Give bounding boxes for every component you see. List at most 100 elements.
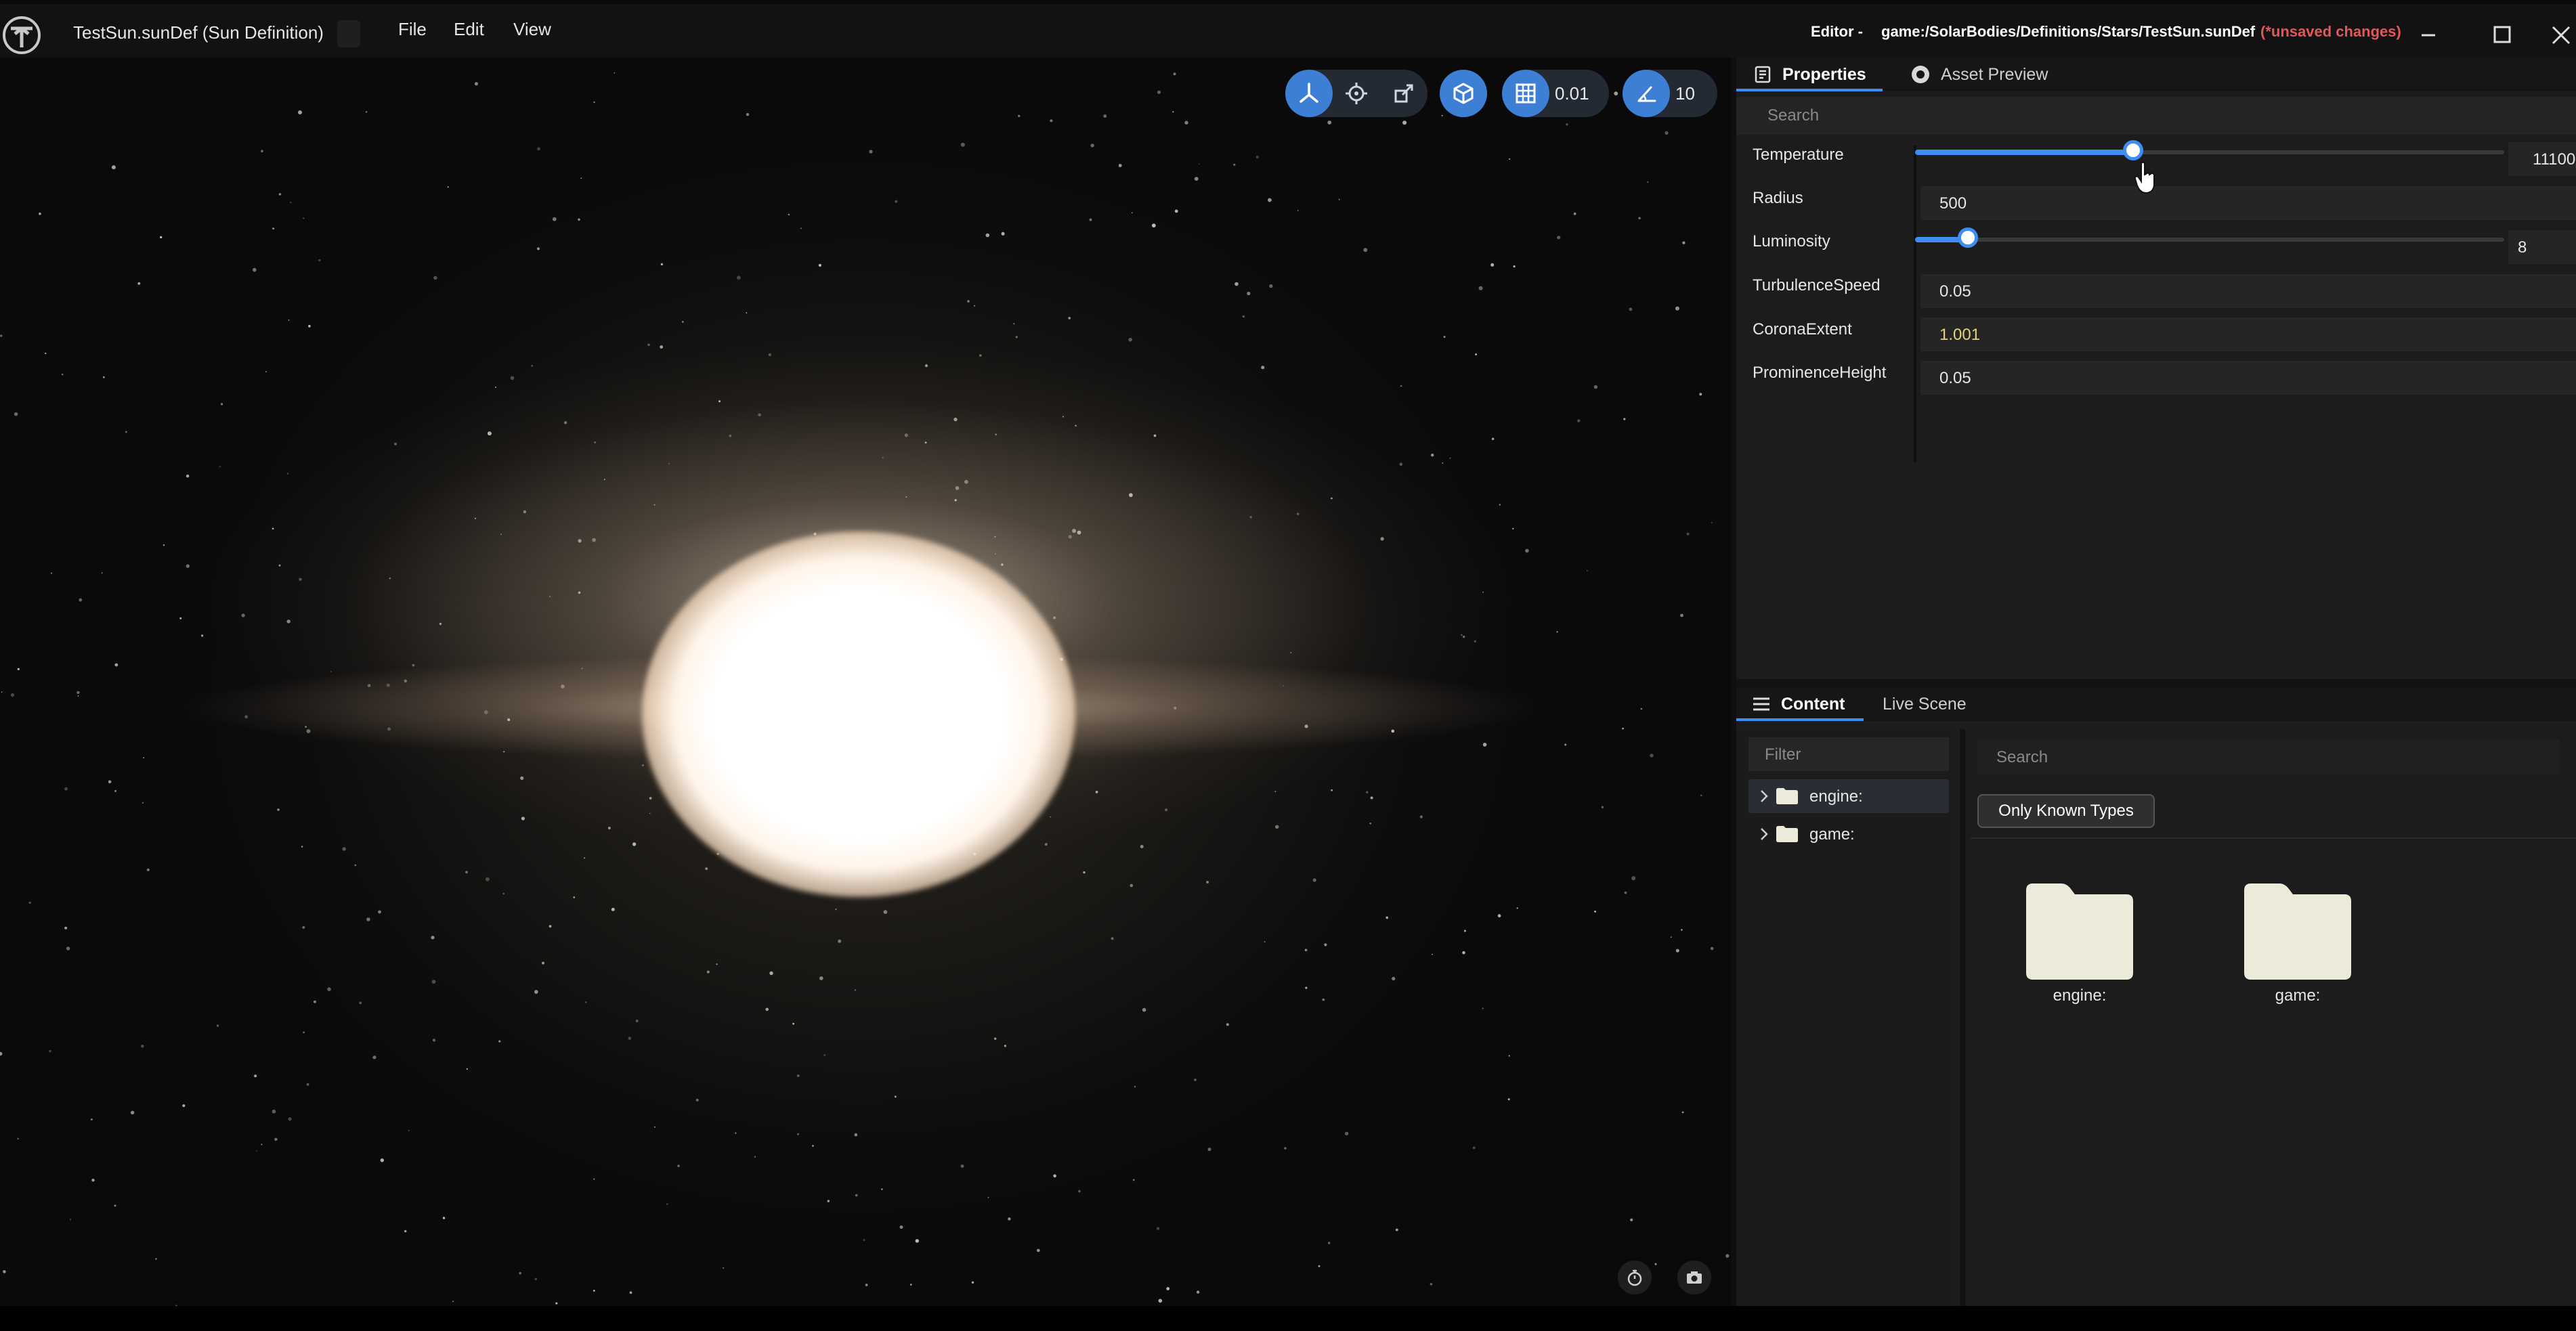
tree-item-game[interactable]: game: — [1748, 817, 1949, 851]
star — [1675, 948, 1679, 953]
star — [854, 1133, 858, 1137]
only-known-types-button[interactable]: Only Known Types — [1977, 794, 2155, 828]
content-filter-input[interactable]: Filter — [1748, 737, 1949, 771]
close-icon[interactable] — [2535, 15, 2576, 53]
chevron-right-icon[interactable] — [1755, 786, 1773, 806]
menu-file[interactable]: File — [398, 19, 427, 40]
corona-extent-input[interactable]: 1.001 — [1920, 318, 2576, 351]
property-label-luminosity: Luminosity — [1753, 232, 1830, 250]
property-label-temperature: Temperature — [1753, 146, 1844, 164]
star — [474, 82, 478, 86]
vertical-splitter[interactable] — [1731, 58, 1736, 1306]
list-icon — [1753, 697, 1769, 711]
temperature-slider-thumb[interactable] — [2122, 140, 2143, 160]
eye-icon — [1912, 66, 1929, 83]
temperature-value-box[interactable]: 11100 — [2508, 142, 2576, 176]
star — [869, 150, 873, 154]
tab-content[interactable]: Content — [1736, 687, 1864, 721]
star — [404, 1229, 407, 1233]
menu-view[interactable]: View — [513, 19, 551, 40]
translate-tool-button[interactable] — [1285, 70, 1333, 117]
prominence-height-value: 0.05 — [1939, 369, 1971, 387]
grid-snap-button[interactable] — [1502, 70, 1549, 117]
star — [77, 695, 79, 697]
grid-snap-value[interactable]: 0.01 — [1549, 83, 1603, 104]
star — [130, 1110, 135, 1115]
star — [101, 572, 103, 574]
star — [580, 177, 582, 179]
star — [1622, 727, 1624, 730]
star — [1130, 883, 1134, 888]
star — [253, 267, 257, 272]
star — [677, 1164, 680, 1167]
star — [1324, 943, 1327, 946]
star — [318, 259, 321, 262]
luminosity-slider-track[interactable] — [1915, 238, 2504, 242]
content-search-input[interactable]: Search — [1977, 740, 2560, 774]
star — [108, 780, 112, 784]
star — [502, 892, 505, 895]
star — [1134, 1085, 1136, 1088]
property-column-divider[interactable] — [1914, 146, 1916, 462]
star — [542, 961, 544, 965]
star — [1675, 306, 1679, 311]
folder-icon — [2244, 883, 2351, 980]
star — [695, 1098, 699, 1101]
star — [1018, 114, 1021, 117]
tab-live-scene[interactable]: Live Scene — [1876, 687, 1984, 721]
menu-edit[interactable]: Edit — [454, 19, 484, 40]
tree-item-engine[interactable]: engine: — [1748, 779, 1949, 813]
radius-input[interactable]: 500 — [1920, 186, 2576, 220]
star — [1157, 90, 1161, 94]
angle-snap-value[interactable]: 10 — [1670, 83, 1709, 104]
star — [143, 757, 145, 759]
editor-logo-icon[interactable] — [1, 15, 42, 56]
star — [3, 1270, 6, 1273]
scene-viewport[interactable] — [0, 58, 1731, 1306]
star — [1318, 1265, 1321, 1267]
star — [39, 212, 41, 215]
star — [1711, 521, 1713, 523]
star — [960, 1164, 964, 1168]
properties-search-input[interactable]: Search — [1736, 97, 2576, 135]
minimize-icon[interactable] — [2408, 15, 2449, 53]
bottom-strip — [0, 1306, 2576, 1331]
maximize-icon[interactable] — [2481, 15, 2522, 53]
star — [216, 1024, 219, 1027]
prominence-height-input[interactable]: 0.05 — [1920, 361, 2576, 395]
star — [1118, 164, 1122, 167]
local-space-button[interactable] — [1440, 70, 1487, 117]
star — [994, 1037, 997, 1040]
stopwatch-button[interactable] — [1618, 1261, 1652, 1294]
star — [1172, 111, 1174, 113]
scale-tool-button[interactable] — [1380, 70, 1427, 117]
star — [883, 910, 888, 914]
tab-properties[interactable]: Properties — [1736, 58, 1883, 91]
star — [314, 1000, 316, 1003]
star — [114, 1204, 116, 1207]
star — [111, 165, 116, 170]
star — [1255, 156, 1259, 158]
turbulence-speed-input[interactable]: 0.05 — [1920, 274, 2576, 308]
tab-asset-preview[interactable]: Asset Preview — [1896, 58, 2059, 91]
star — [818, 263, 821, 267]
tab-asset-preview-label: Asset Preview — [1941, 64, 2048, 84]
chevron-right-icon[interactable] — [1755, 824, 1773, 844]
camera-button[interactable] — [1677, 1261, 1711, 1294]
star — [102, 376, 105, 378]
star — [1566, 123, 1568, 126]
star — [1601, 806, 1604, 809]
star — [433, 276, 437, 280]
star — [442, 1217, 446, 1219]
star — [1654, 1263, 1657, 1265]
horizontal-splitter[interactable] — [1736, 679, 2576, 687]
tab-live-scene-label: Live Scene — [1883, 694, 1967, 714]
angle-snap-group: 10 — [1623, 70, 1717, 117]
luminosity-value-box[interactable]: 8 — [2508, 230, 2576, 264]
angle-snap-button[interactable] — [1623, 70, 1670, 117]
star — [800, 227, 802, 230]
rotate-tool-button[interactable] — [1333, 70, 1380, 117]
content-panel: Content Live Scene Filter engine: game: … — [1736, 687, 2576, 1306]
content-pane-divider[interactable] — [1960, 729, 1965, 1306]
content-search-placeholder: Search — [1996, 748, 2048, 766]
